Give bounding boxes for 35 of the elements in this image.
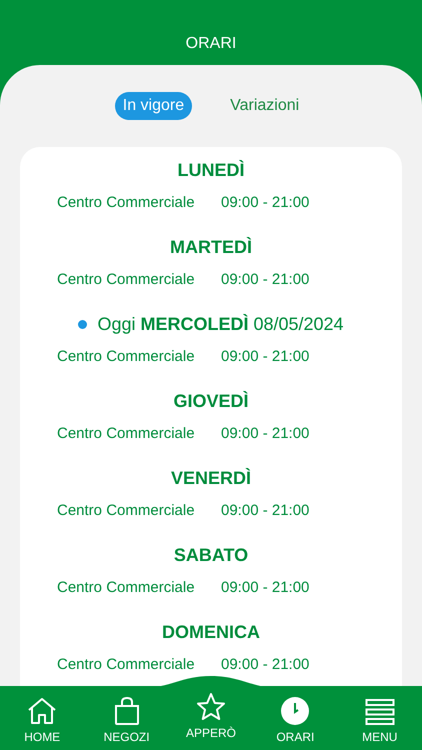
tab[interactable]: Variazioni (222, 92, 308, 120)
hours-label: 09:00 - 21:00 (221, 425, 310, 444)
day-heading: Oggi MERCOLEDÌ 08/05/2024 (97, 314, 344, 334)
nav-item[interactable]: ORARI (260, 696, 330, 744)
day-heading: LUNEDÌ (178, 160, 244, 180)
place-label: Centro Commerciale (57, 194, 196, 213)
place-label: Centro Commerciale (57, 348, 196, 367)
menu-icon (364, 698, 395, 726)
day-heading: SABATO (174, 544, 248, 566)
place-label: Centro Commerciale (57, 425, 196, 444)
hours-label: 09:00 - 21:00 (221, 579, 310, 598)
place-label: Centro Commerciale (57, 502, 196, 521)
place-label: Centro Commerciale (57, 271, 196, 290)
star-icon (196, 692, 226, 722)
day-heading: VENERDÌ (170, 468, 251, 488)
today-dot-icon (78, 320, 88, 328)
place-label: Centro Commerciale (57, 579, 196, 598)
hours-label: 09:00 - 21:00 (221, 348, 310, 367)
day-heading: MARTEDÌ (170, 236, 252, 258)
nav-item[interactable]: HOME (7, 696, 78, 744)
tab[interactable]: In vigore (114, 92, 192, 120)
hours-label: 09:00 - 21:00 (221, 656, 310, 675)
clock-icon (280, 696, 310, 726)
home-icon (26, 696, 58, 726)
hours-label: 09:00 - 21:00 (221, 502, 310, 521)
nav-item[interactable]: APPERÒ (176, 692, 246, 740)
day-heading: DOMENICA (162, 622, 260, 642)
nav-item[interactable]: MENU (344, 698, 415, 744)
hours-label: 09:00 - 21:00 (221, 271, 310, 290)
place-label: Centro Commerciale (57, 656, 196, 675)
bag-icon (112, 696, 141, 726)
screen-title: ORARI (186, 34, 236, 52)
day-heading: GIOVEDÌ (173, 390, 248, 412)
nav-item[interactable]: NEGOZI (92, 696, 162, 744)
hours-label: 09:00 - 21:00 (221, 194, 310, 213)
